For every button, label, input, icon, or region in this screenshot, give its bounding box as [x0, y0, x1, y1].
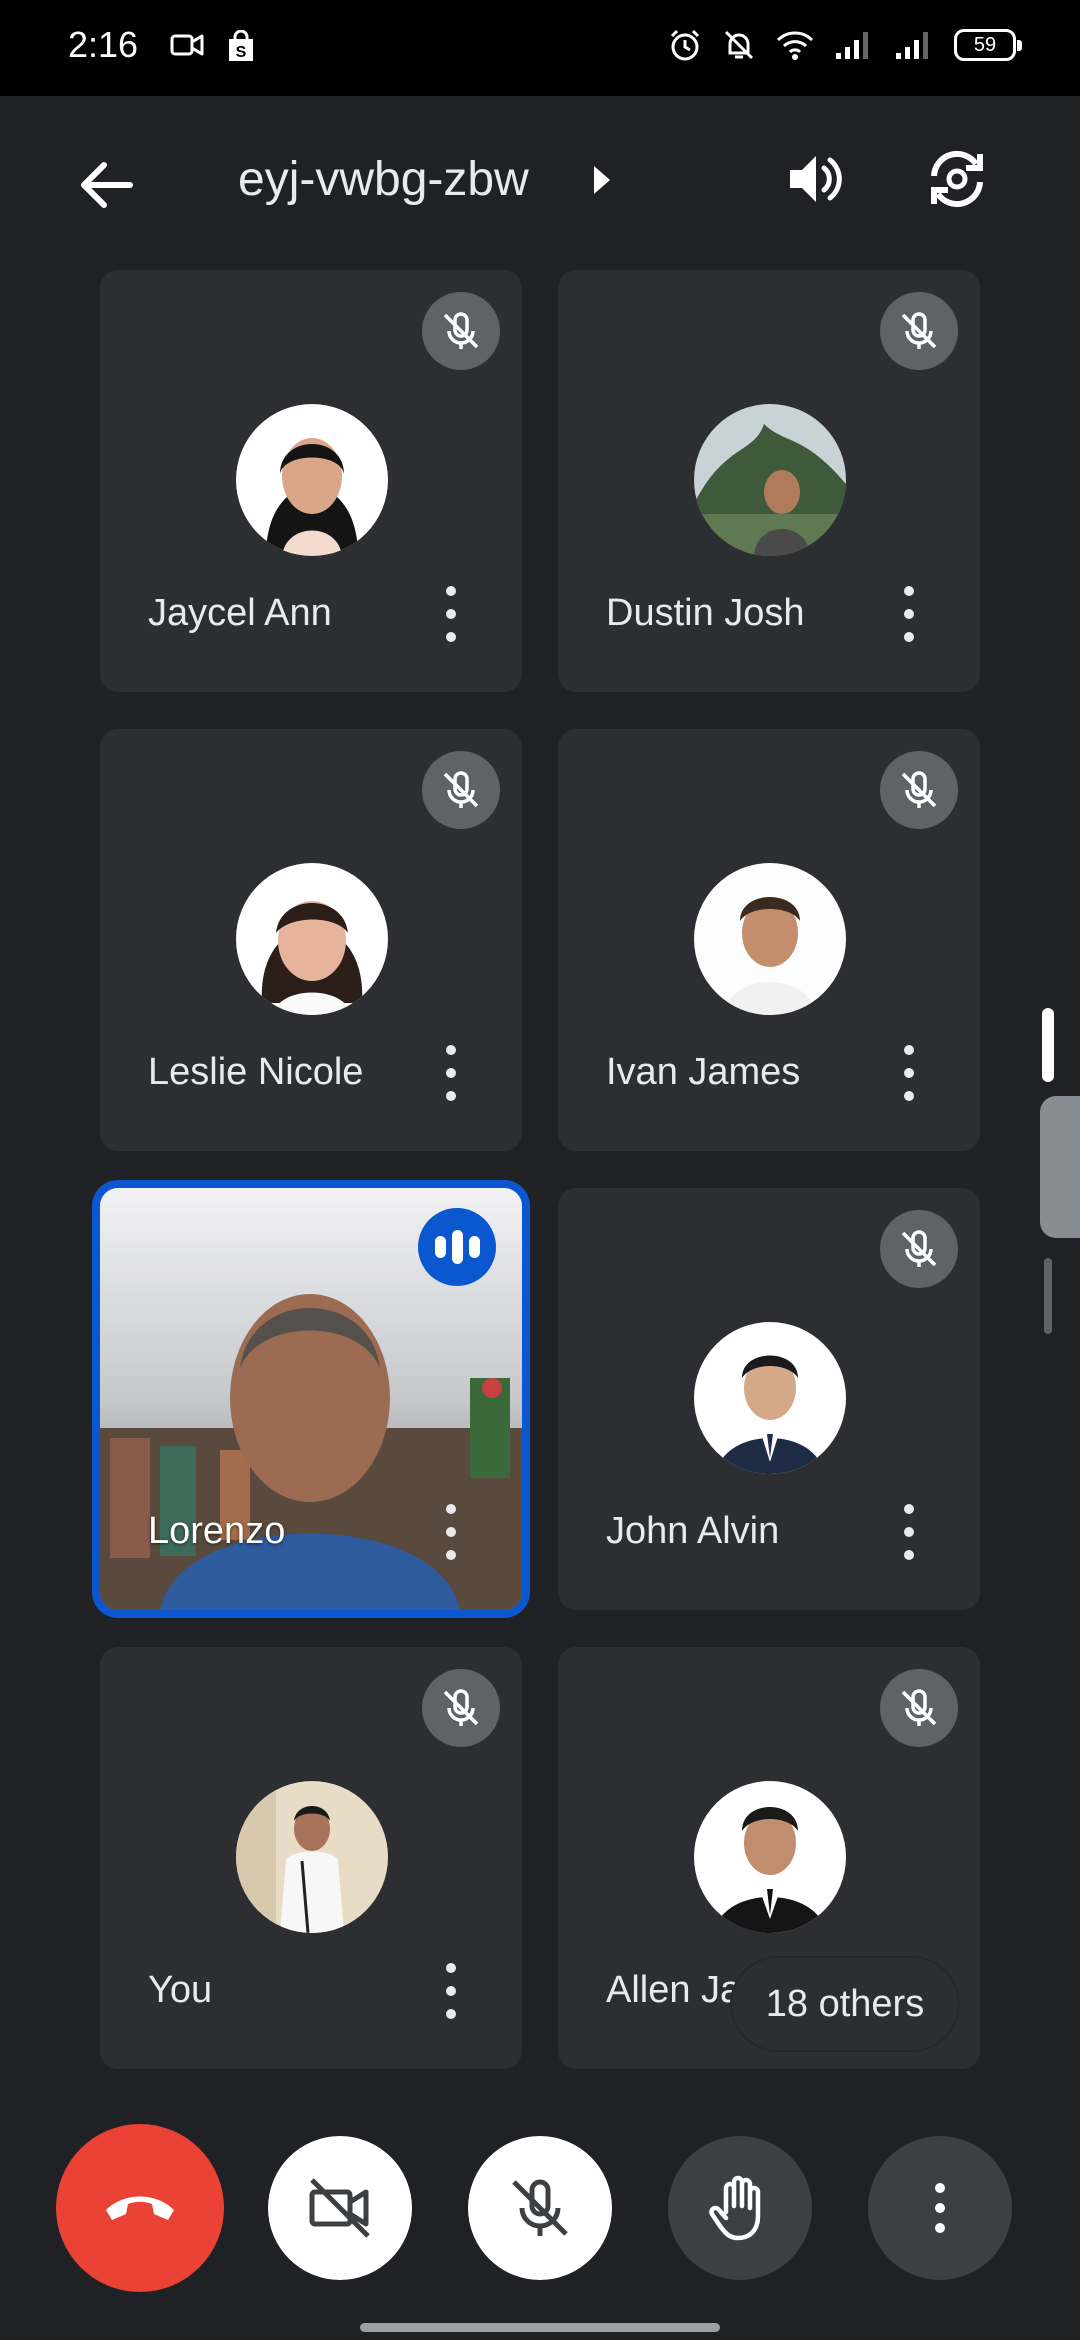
status-notifications: S [170, 30, 256, 64]
participant-name: John Alvin [606, 1510, 780, 1552]
end-call-icon [106, 2196, 174, 2220]
alarm-icon [670, 29, 700, 61]
mic-off-icon [901, 1689, 937, 1726]
participant-tile[interactable]: Ivan James [558, 729, 980, 1151]
more-options-button-main[interactable] [868, 2136, 1012, 2280]
participant-name: Lorenzo [148, 1510, 286, 1552]
mic-off-icon [443, 312, 479, 349]
more-options-button[interactable] [436, 586, 466, 642]
more-options-button[interactable] [894, 1045, 924, 1101]
meeting-top-bar: eyj-vwbg-zbw [0, 96, 1080, 266]
muted-badge [880, 1669, 958, 1747]
wifi-icon [776, 31, 814, 60]
mic-off-icon [443, 771, 479, 808]
muted-badge [880, 292, 958, 370]
meeting-details-arrow[interactable] [590, 162, 614, 203]
muted-badge [880, 751, 958, 829]
switch-camera-button[interactable] [924, 146, 990, 217]
raise-hand-button[interactable] [668, 2136, 812, 2280]
participant-name: Dustin Josh [606, 592, 805, 634]
mic-off-icon [443, 1689, 479, 1726]
video-camera-icon [170, 34, 204, 56]
scrollbar-track [1044, 1258, 1052, 1334]
mic-off-icon [512, 2179, 568, 2236]
camera-off-icon [309, 2178, 370, 2238]
participant-name: You [148, 1969, 213, 2011]
raise-hand-icon [709, 2175, 761, 2241]
back-button[interactable] [72, 150, 142, 220]
signal-icon-2 [896, 32, 928, 59]
signal-icon [836, 32, 868, 59]
svg-text:S: S [236, 44, 247, 61]
avatar [236, 404, 388, 556]
avatar [694, 1322, 846, 1474]
participant-tile-active-speaker[interactable]: Lorenzo [100, 1188, 522, 1610]
more-options-button[interactable] [894, 586, 924, 642]
microphone-toggle-button[interactable] [468, 2136, 612, 2280]
shopping-bag-icon: S [229, 30, 253, 61]
speaker-icon [790, 156, 842, 202]
participant-tile[interactable]: Dustin Josh [558, 270, 980, 692]
home-indicator[interactable] [360, 2323, 720, 2332]
more-options-button[interactable] [894, 1504, 924, 1560]
muted-badge [422, 292, 500, 370]
avatar [236, 1781, 388, 1933]
switch-camera-icon [931, 150, 983, 208]
participant-name: Ivan James [606, 1051, 801, 1093]
status-system-icons: 59 [668, 28, 1022, 62]
more-vert-icon [935, 2183, 945, 2233]
arrow-back-icon [81, 162, 133, 208]
status-time: 2:16 [68, 24, 139, 65]
meeting-code[interactable]: eyj-vwbg-zbw [238, 152, 529, 207]
participant-name: Leslie Nicole [148, 1051, 364, 1093]
mic-off-icon [901, 1230, 937, 1267]
muted-badge [422, 751, 500, 829]
silent-bell-icon [724, 30, 754, 60]
avatar [694, 863, 846, 1015]
battery-icon: 59 [954, 29, 1022, 61]
mic-off-icon [901, 312, 937, 349]
camera-toggle-button[interactable] [268, 2136, 412, 2280]
participant-tile[interactable]: John Alvin [558, 1188, 980, 1610]
participant-tile[interactable]: Leslie Nicole [100, 729, 522, 1151]
status-bar: 2:16 S 59 [0, 0, 1080, 96]
avatar [694, 1781, 846, 1933]
participant-tile-self[interactable]: You [100, 1647, 522, 2069]
muted-badge [422, 1669, 500, 1747]
side-panel-handle[interactable] [1040, 1096, 1080, 1238]
participant-name: Jaycel Ann [148, 592, 332, 634]
more-options-button[interactable] [436, 1045, 466, 1101]
mic-off-icon [901, 771, 937, 808]
scrollbar-thumb[interactable] [1042, 1008, 1054, 1082]
speaking-indicator [418, 1208, 496, 1286]
more-options-button[interactable] [436, 1504, 466, 1560]
more-options-button[interactable] [436, 1963, 466, 2019]
muted-badge [880, 1210, 958, 1288]
audio-output-button[interactable] [782, 146, 848, 217]
others-count-button[interactable]: 18 others [732, 1958, 958, 2050]
participant-tile[interactable]: Jaycel Ann [100, 270, 522, 692]
avatar [694, 404, 846, 556]
caret-right-icon [594, 166, 610, 194]
leave-call-button[interactable] [56, 2124, 224, 2292]
avatar [236, 863, 388, 1015]
